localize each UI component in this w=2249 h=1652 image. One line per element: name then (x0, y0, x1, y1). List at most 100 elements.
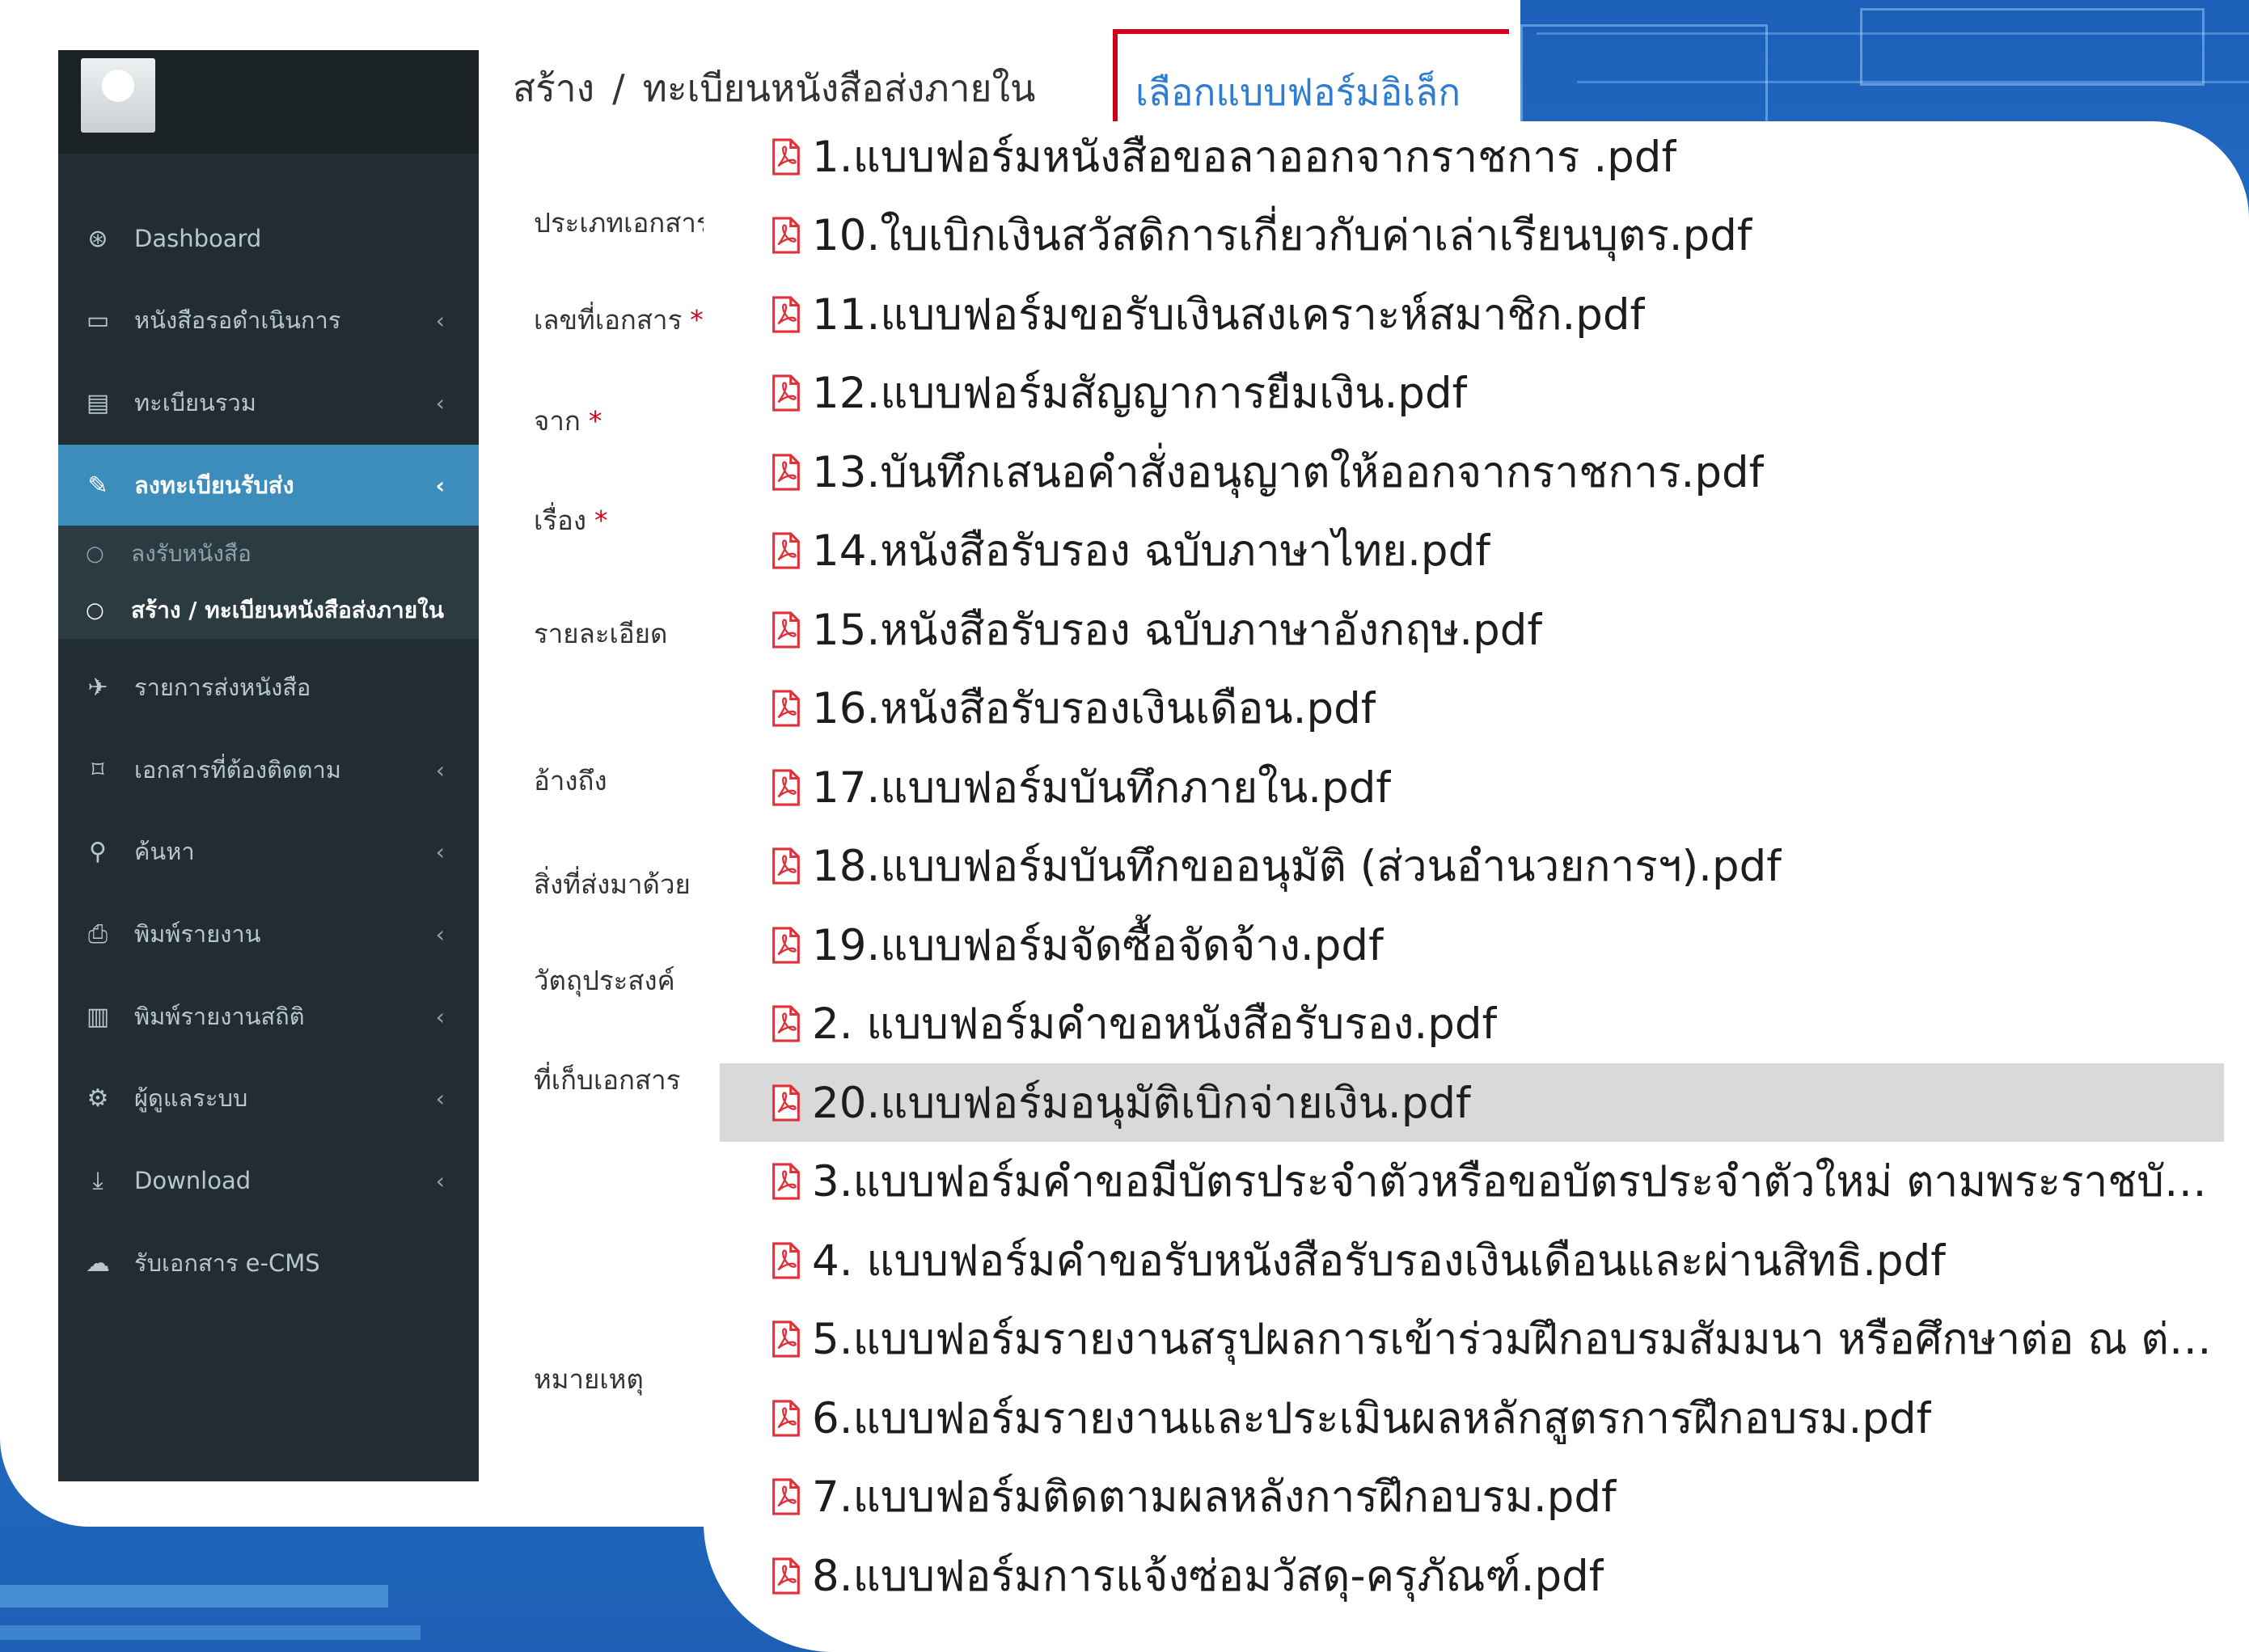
sidebar-item-send-list[interactable]: ✈ รายการส่งหนังสือ (58, 647, 479, 728)
pdf-file-icon (772, 768, 800, 806)
pdf-file-icon (772, 1557, 800, 1595)
sidebar-item-label: พิมพ์รายงานสถิติ (134, 1003, 305, 1030)
sidebar-item-search[interactable]: ⚲ ค้นหา ‹ (58, 811, 479, 892)
file-option[interactable]: 17.แบบฟอร์มบันทึกภายใน.pdf (720, 748, 2224, 826)
pdf-file-icon (772, 1005, 800, 1042)
file-option[interactable]: 19.แบบฟอร์มจัดซื้อจัดจ้าง.pdf (720, 906, 2224, 984)
sidebar-subitem[interactable]: ○ ลงรับหนังสือ (58, 526, 479, 582)
sidebar-item-label: พิมพ์รายงาน (134, 920, 261, 948)
edit-icon: ✎ (87, 471, 108, 500)
pdf-file-icon (772, 137, 800, 175)
file-option[interactable]: 10.ใบเบิกเงินสวัสดิการเกี่ยวกับค่าเล่าเร… (720, 196, 2224, 275)
file-option-label: 10.ใบเบิกเงินสวัสดิการเกี่ยวกับค่าเล่าเร… (812, 211, 1752, 260)
file-option-label: 11.แบบฟอร์มขอรับเงินสงเคราะห์สมาชิก.pdf (812, 289, 1646, 340)
file-option[interactable]: 16.หนังสือรับรองเงินเดือน.pdf (720, 670, 2224, 748)
file-option[interactable]: 20.แบบฟอร์มอนุมัติเบิกจ่ายเงิน.pdf (720, 1063, 2224, 1142)
sidebar-item-label: Download (134, 1167, 252, 1194)
file-option[interactable]: 18.แบบฟอร์มบันทึกขออนุมัติ (ส่วนอำนวยการ… (720, 827, 2224, 906)
file-option-label: 4. แบบฟอร์มคำขอรับหนังสือรับรองเงินเดือน… (812, 1236, 1946, 1286)
avatar[interactable] (81, 58, 155, 133)
pdf-file-icon (772, 453, 800, 491)
form-label-text: ที่เก็บเอกสาร (534, 1064, 681, 1096)
background-frame (1520, 24, 1768, 134)
file-option[interactable]: 5.แบบฟอร์มรายงานสรุปผลการเข้าร่วมฝึกอบรม… (720, 1300, 2224, 1379)
form-label: รายละเอียด (534, 612, 667, 655)
pdf-file-icon (772, 1241, 800, 1279)
sidebar-item-dashboard[interactable]: ⊛ Dashboard (58, 198, 479, 279)
file-option[interactable]: 4. แบบฟอร์มคำขอรับหนังสือรับรองเงินเดือน… (720, 1221, 2224, 1299)
printer-icon: ⎙ (88, 919, 108, 949)
file-option[interactable]: 7.แบบฟอร์มติดตามผลหลังการฝึกอบรม.pdf (720, 1458, 2224, 1536)
form-label-text: สิ่งที่ส่งมาด้วย (534, 868, 691, 900)
file-option-label: 1.แบบฟอร์มหนังสือขอลาออกจากราชการ .pdf (812, 132, 1677, 182)
background-stripe (0, 1625, 421, 1640)
file-option-label: 7.แบบฟอร์มติดตามผลหลังการฝึกอบรม.pdf (812, 1472, 1617, 1522)
sidebar-item-pending[interactable]: ▭ หนังสือรอดำเนินการ ‹ (58, 280, 479, 361)
sidebar-item-registry[interactable]: ▤ ทะเบียนรวม ‹ (58, 362, 479, 443)
file-option-label: 6.แบบฟอร์มรายงานและประเมินผลหลักสูตรการฝ… (812, 1393, 1932, 1443)
file-option[interactable]: 1.แบบฟอร์มหนังสือขอลาออกจากราชการ .pdf (720, 121, 2224, 196)
chevron-left-icon: ‹ (435, 306, 445, 334)
bar-chart-icon: ▥ (86, 1002, 110, 1031)
file-option[interactable]: 11.แบบฟอร์มขอรับเงินสงเคราะห์สมาชิก.pdf (720, 275, 2224, 353)
chevron-left-icon: ‹ (435, 838, 445, 865)
file-option[interactable]: 12.แบบฟอร์มสัญญาการยืมเงิน.pdf (720, 354, 2224, 433)
file-option-label: 3.แบบฟอร์มคำขอมีบัตรประจำตัวหรือขอบัตรปร… (812, 1157, 2224, 1206)
breadcrumb-separator: / (612, 66, 625, 110)
required-marker: * (588, 405, 602, 437)
sidebar-item-ecms[interactable]: ☁ รับเอกสาร e-CMS (58, 1223, 479, 1303)
pdf-file-icon (772, 217, 800, 254)
sidebar-item-register[interactable]: ✎ ลงทะเบียนรับส่ง ‹ (58, 445, 479, 526)
sidebar-item-label: ผู้ดูแลระบบ (134, 1084, 248, 1112)
sidebar-subitem[interactable]: ○ สร้าง / ทะเบียนหนังสือส่งภายใน (58, 582, 479, 639)
file-option-label: 16.หนังสือรับรองเงินเดือน.pdf (812, 684, 1376, 733)
breadcrumb-create[interactable]: สร้าง (513, 59, 594, 118)
sidebar-item-label: เอกสารที่ต้องติดตาม (134, 756, 341, 784)
form-label: อ้างถึง (534, 759, 607, 802)
file-option-label: 19.แบบฟอร์มจัดซื้อจัดจ้าง.pdf (812, 920, 1384, 970)
form-label-text: เลขที่เอกสาร (534, 304, 683, 336)
chevron-left-icon: ‹ (435, 471, 445, 499)
cloud-icon: ☁ (86, 1249, 110, 1278)
pdf-file-icon (772, 532, 800, 569)
file-option-label: 14.หนังสือรับรอง ฉบับภาษาไทย.pdf (812, 526, 1490, 576)
send-icon: ✈ (87, 673, 108, 702)
sidebar-item-admin[interactable]: ⚙ ผู้ดูแลระบบ ‹ (58, 1058, 479, 1139)
sidebar: ⊛ Dashboard ▭ หนังสือรอดำเนินการ ‹ ▤ ทะเบียนรว… (58, 50, 479, 1481)
pdf-file-icon (772, 374, 800, 412)
sidebar-item-followup[interactable]: ⌑ เอกสารที่ต้องติดตาม ‹ (58, 729, 479, 810)
sidebar-item-label: ค้นหา (134, 838, 195, 865)
sidebar-item-label: ลงทะเบียนรับส่ง (134, 471, 294, 499)
file-option[interactable]: 13.บันทึกเสนอคำสั่งอนุญาตให้ออกจากราชการ… (720, 433, 2224, 511)
sidebar-item-print-report[interactable]: ⎙ พิมพ์รายงาน ‹ (58, 894, 479, 974)
file-option[interactable]: 6.แบบฟอร์มรายงานและประเมินผลหลักสูตรการฝ… (720, 1379, 2224, 1457)
breadcrumb-select-eform-link[interactable]: เลือกแบบฟอร์มอิเล็ก (1135, 63, 1461, 122)
file-option[interactable]: 8.แบบฟอร์มการแจ้งซ่อมวัสดุ-ครุภัณฑ์.pdf (720, 1536, 2224, 1615)
file-option[interactable]: 14.หนังสือรับรอง ฉบับภาษาไทย.pdf (720, 512, 2224, 590)
pdf-file-icon (772, 1320, 800, 1358)
file-option-label: 20.แบบฟอร์มอนุมัติเบิกจ่ายเงิน.pdf (812, 1078, 1471, 1128)
search-icon: ⚲ (89, 837, 107, 866)
file-option[interactable]: 3.แบบฟอร์มคำขอมีบัตรประจำตัวหรือขอบัตรปร… (720, 1143, 2224, 1221)
file-option-label: 2. แบบฟอร์มคำขอหนังสือรับรอง.pdf (812, 999, 1498, 1049)
file-option-label: 17.แบบฟอร์มบันทึกภายใน.pdf (812, 763, 1392, 813)
file-option[interactable]: 2. แบบฟอร์มคำขอหนังสือรับรอง.pdf (720, 985, 2224, 1063)
gear-icon: ⚙ (87, 1084, 109, 1113)
breadcrumb-internal-registry[interactable]: ทะเบียนหนังสือส่งภายใน (643, 59, 1036, 118)
file-option[interactable]: 15.หนังสือรับรอง ฉบับภาษาอังกฤษ.pdf (720, 590, 2224, 669)
form-label-text: อ้างถึง (534, 765, 607, 796)
sidebar-item-download[interactable]: ⤓ Download ‹ (58, 1140, 479, 1221)
form-file-dropdown: 1.แบบฟอร์มหนังสือขอลาออกจากราชการ .pdf 10… (704, 121, 2249, 1652)
form-label: เรื่อง * (534, 499, 607, 542)
form-label-text: รายละเอียด (534, 618, 668, 649)
sidebar-item-print-stats[interactable]: ▥ พิมพ์รายงานสถิติ ‹ (58, 976, 479, 1057)
sidebar-subitem-label: สร้าง / ทะเบียนหนังสือส่งภายใน (131, 597, 444, 623)
user-panel (58, 50, 479, 154)
dashboard-icon: ⊛ (87, 224, 108, 253)
form-label-text: จาก (534, 405, 581, 437)
sidebar-subitem-label: ลงรับหนังสือ (131, 540, 252, 567)
background-frame (1860, 8, 2205, 86)
inbox-icon: ▭ (86, 306, 110, 335)
file-option-label: 13.บันทึกเสนอคำสั่งอนุญาตให้ออกจากราชการ… (812, 447, 1765, 497)
chevron-left-icon: ‹ (435, 1167, 445, 1194)
